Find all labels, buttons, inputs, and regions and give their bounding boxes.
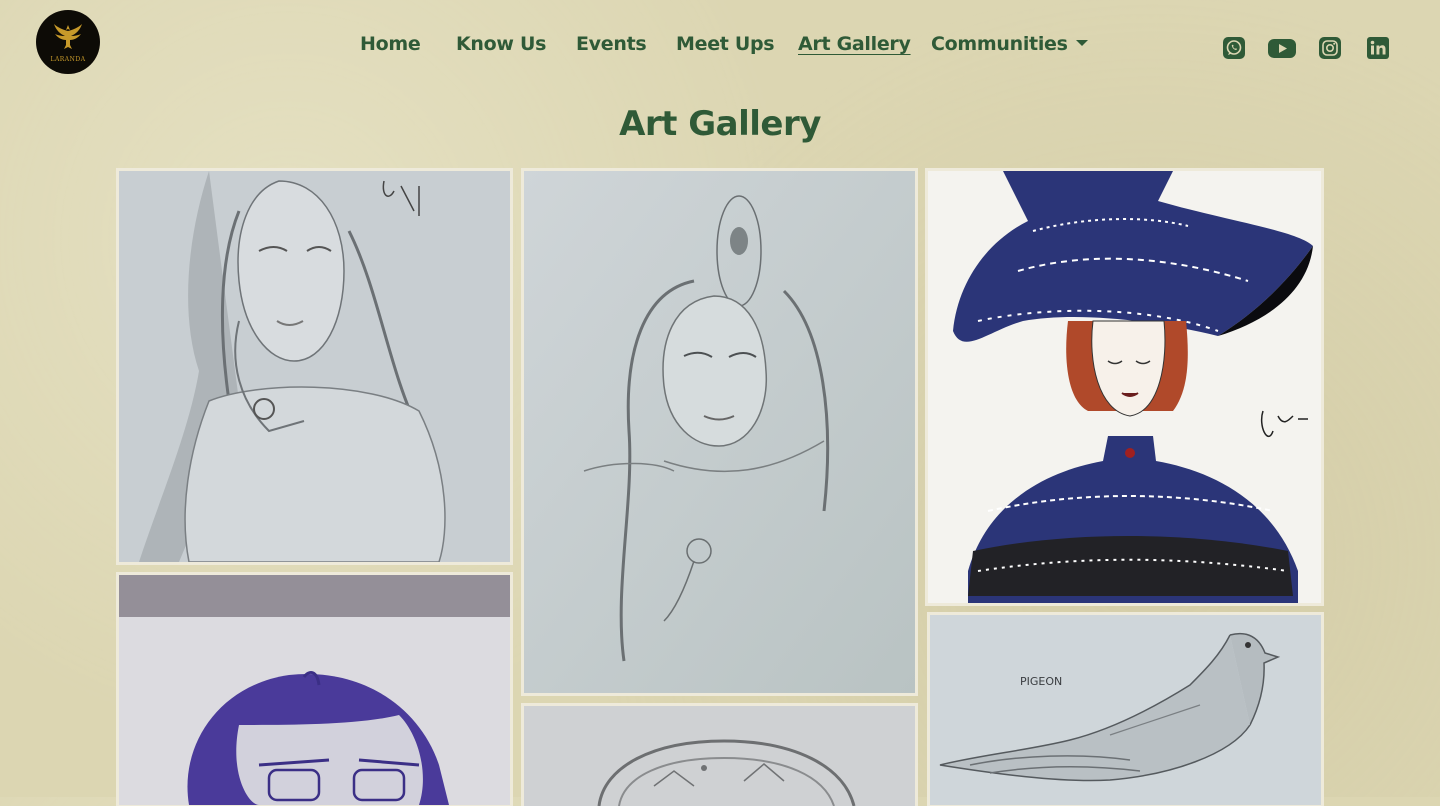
nav-home[interactable]: Home xyxy=(360,33,421,55)
artwork-image xyxy=(930,615,1321,805)
artwork-mandala-woman[interactable] xyxy=(928,171,1321,603)
nav-art-gallery[interactable]: Art Gallery xyxy=(798,33,911,55)
instagram-icon xyxy=(1319,37,1341,59)
nav-know-us[interactable]: Know Us xyxy=(456,33,546,55)
page-title: Art Gallery xyxy=(619,104,821,144)
nav-home-label: Home xyxy=(360,33,421,55)
nav-art-gallery-label: Art Gallery xyxy=(798,33,911,55)
nav-meet-ups-label: Meet Ups xyxy=(676,33,775,55)
artwork-image xyxy=(928,171,1321,603)
chevron-down-icon xyxy=(1075,39,1088,46)
nav-meet-ups[interactable]: Meet Ups xyxy=(676,33,775,55)
youtube-link[interactable] xyxy=(1268,36,1296,60)
nav-communities-label: Communities xyxy=(931,33,1068,55)
artwork-woman-sketch[interactable] xyxy=(119,171,510,562)
linkedin-link[interactable] xyxy=(1366,36,1390,60)
instagram-link[interactable] xyxy=(1318,36,1342,60)
youtube-icon xyxy=(1268,39,1296,58)
artwork-blue-ink-sketch[interactable] xyxy=(119,575,510,805)
artwork-image xyxy=(119,171,510,562)
artwork-pigeon-sketch[interactable]: PIGEON xyxy=(930,615,1321,805)
whatsapp-icon xyxy=(1223,37,1245,59)
artwork-image xyxy=(524,706,915,806)
artwork-image xyxy=(119,575,510,805)
artwork-caption: PIGEON xyxy=(1020,675,1063,688)
artwork-image xyxy=(524,171,915,693)
artwork-feather-sketch[interactable] xyxy=(524,171,915,693)
artwork-landscape-sketch[interactable] xyxy=(524,706,915,806)
nav-communities[interactable]: Communities xyxy=(931,33,1088,55)
nav-know-us-label: Know Us xyxy=(456,33,547,55)
nav-events[interactable]: Events xyxy=(576,33,647,55)
whatsapp-link[interactable] xyxy=(1222,36,1246,60)
nav-events-label: Events xyxy=(576,33,647,55)
linkedin-icon xyxy=(1367,37,1389,59)
